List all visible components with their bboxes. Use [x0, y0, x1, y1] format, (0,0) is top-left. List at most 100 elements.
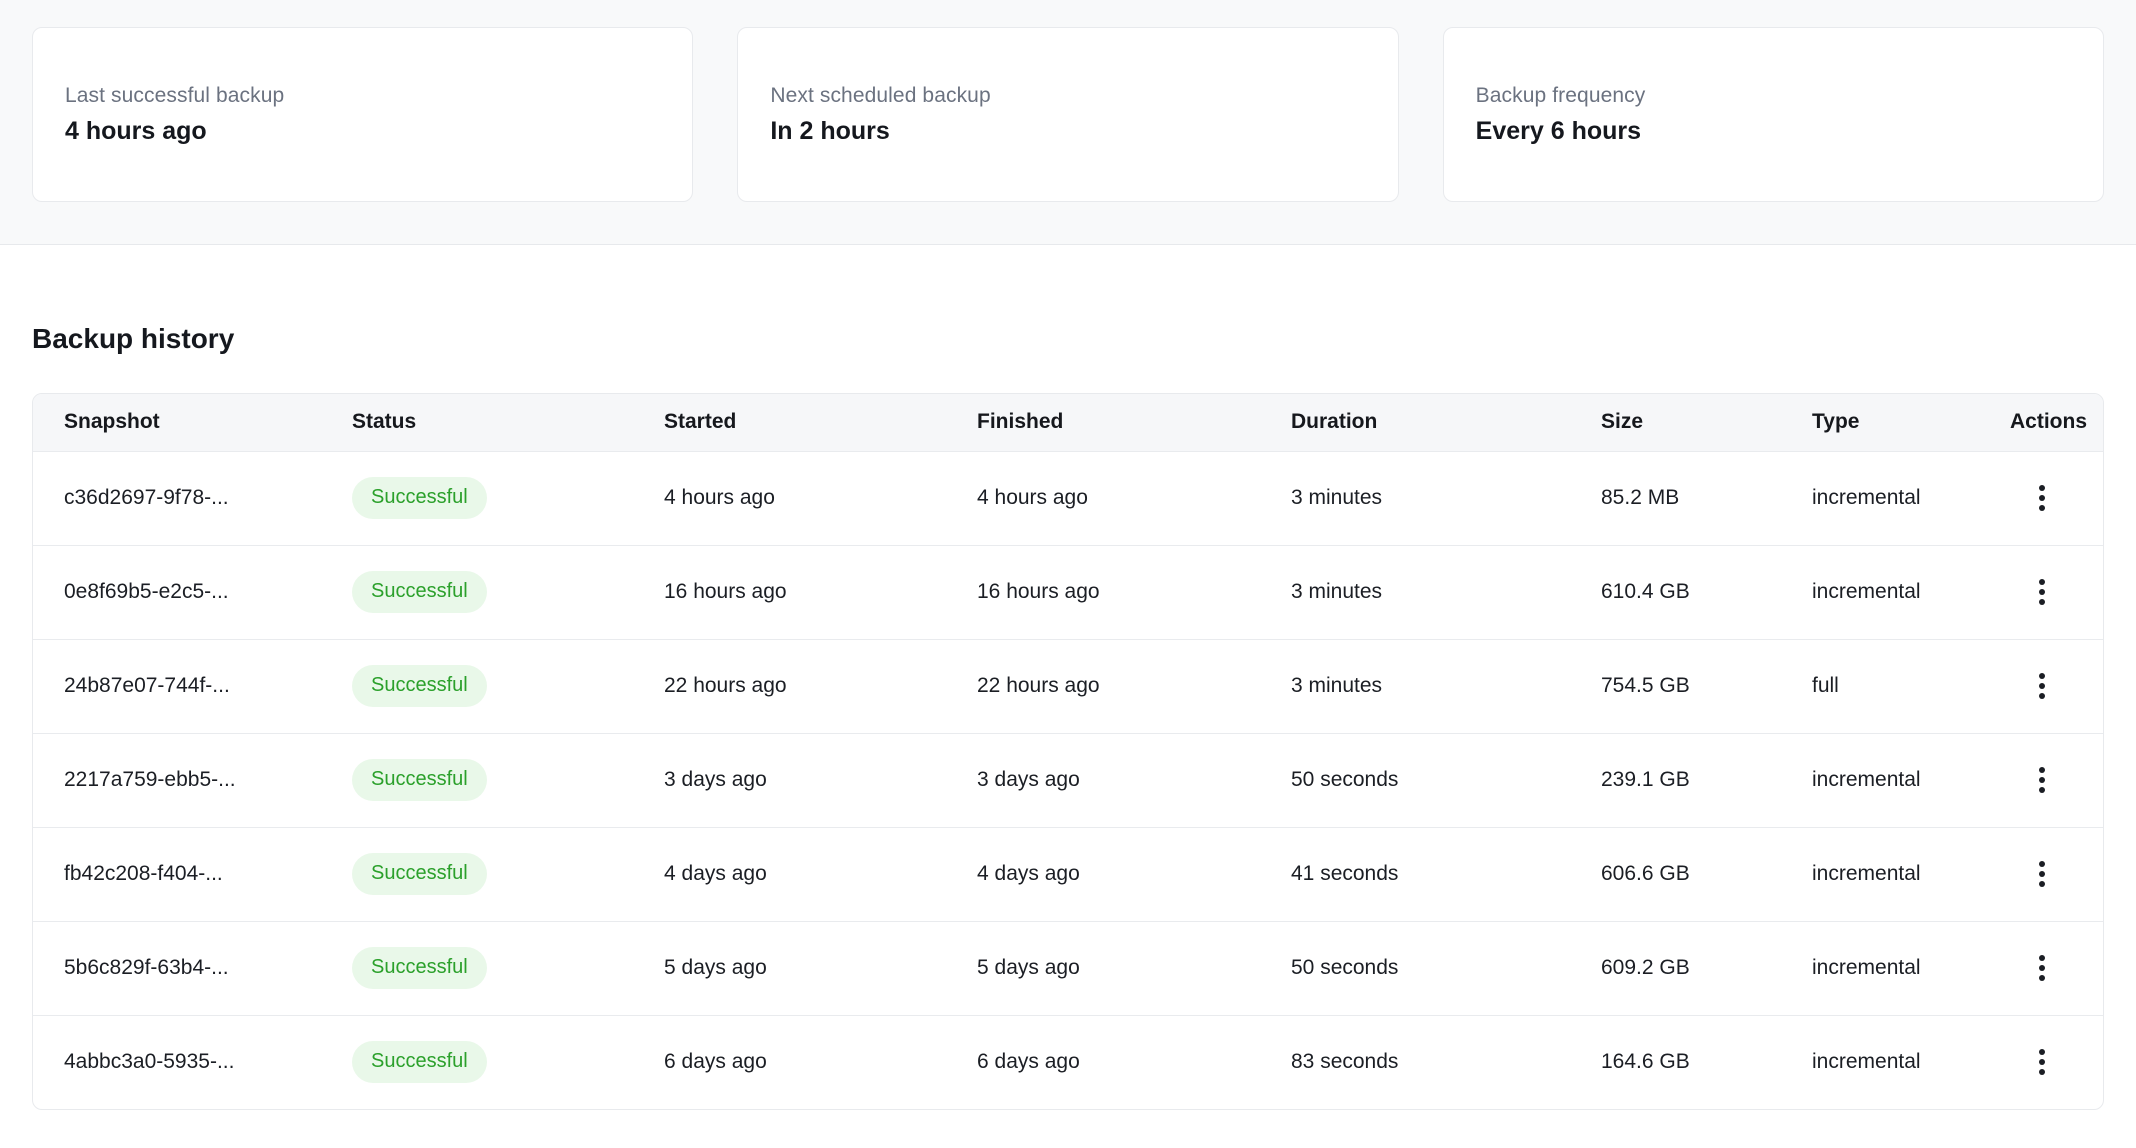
cell-size: 754.5 GB: [1601, 639, 1812, 733]
cell-status: Successful: [352, 827, 664, 921]
cell-finished: 5 days ago: [977, 921, 1291, 1015]
stat-value: 4 hours ago: [65, 117, 692, 146]
column-header-started: Started: [664, 394, 977, 451]
cell-type: incremental: [1812, 921, 2010, 1015]
stat-label: Backup frequency: [1476, 84, 2103, 108]
cell-snapshot-id: c36d2697-9f78-...: [33, 451, 352, 545]
kebab-icon: [2039, 1049, 2045, 1055]
stat-label: Last successful backup: [65, 84, 692, 108]
kebab-icon: [2039, 485, 2045, 491]
cell-snapshot-id: 4abbc3a0-5935-...: [33, 1015, 352, 1109]
cell-duration: 50 seconds: [1291, 921, 1601, 1015]
cell-size: 164.6 GB: [1601, 1015, 1812, 1109]
cell-status: Successful: [352, 921, 664, 1015]
column-header-type: Type: [1812, 394, 2010, 451]
row-actions-button[interactable]: [2024, 950, 2060, 986]
status-badge: Successful: [352, 665, 487, 707]
cell-finished: 6 days ago: [977, 1015, 1291, 1109]
cell-size: 239.1 GB: [1601, 733, 1812, 827]
cell-type: incremental: [1812, 827, 2010, 921]
column-header-finished: Finished: [977, 394, 1291, 451]
kebab-icon: [2039, 767, 2045, 773]
cell-status: Successful: [352, 639, 664, 733]
cell-duration: 3 minutes: [1291, 639, 1601, 733]
table-row: 24b87e07-744f-... Successful 22 hours ag…: [33, 639, 2103, 733]
column-header-snapshot: Snapshot: [33, 394, 352, 451]
kebab-icon: [2039, 955, 2045, 961]
cell-finished: 4 days ago: [977, 827, 1291, 921]
cell-finished: 22 hours ago: [977, 639, 1291, 733]
cell-actions: [2010, 1015, 2103, 1109]
cell-actions: [2010, 827, 2103, 921]
cell-finished: 3 days ago: [977, 733, 1291, 827]
table-row: 4abbc3a0-5935-... Successful 6 days ago …: [33, 1015, 2103, 1109]
stat-card-next-scheduled-backup: Next scheduled backup In 2 hours: [737, 27, 1398, 202]
cell-status: Successful: [352, 1015, 664, 1109]
row-actions-button[interactable]: [2024, 856, 2060, 892]
cell-duration: 3 minutes: [1291, 545, 1601, 639]
cell-finished: 16 hours ago: [977, 545, 1291, 639]
cell-actions: [2010, 733, 2103, 827]
cell-type: incremental: [1812, 451, 2010, 545]
cell-started: 22 hours ago: [664, 639, 977, 733]
cell-duration: 41 seconds: [1291, 827, 1601, 921]
cell-started: 5 days ago: [664, 921, 977, 1015]
cell-size: 85.2 MB: [1601, 451, 1812, 545]
stat-label: Next scheduled backup: [770, 84, 1397, 108]
table-header-row: Snapshot Status Started Finished Duratio…: [33, 394, 2103, 451]
status-badge: Successful: [352, 477, 487, 519]
table-row: c36d2697-9f78-... Successful 4 hours ago…: [33, 451, 2103, 545]
cell-actions: [2010, 639, 2103, 733]
cell-status: Successful: [352, 451, 664, 545]
cell-actions: [2010, 921, 2103, 1015]
status-badge: Successful: [352, 947, 487, 989]
cell-size: 609.2 GB: [1601, 921, 1812, 1015]
cell-snapshot-id: 2217a759-ebb5-...: [33, 733, 352, 827]
table-row: 5b6c829f-63b4-... Successful 5 days ago …: [33, 921, 2103, 1015]
cell-duration: 83 seconds: [1291, 1015, 1601, 1109]
status-badge: Successful: [352, 571, 487, 613]
kebab-icon: [2039, 673, 2045, 679]
cell-type: incremental: [1812, 545, 2010, 639]
cell-size: 606.6 GB: [1601, 827, 1812, 921]
cell-snapshot-id: 24b87e07-744f-...: [33, 639, 352, 733]
stat-card-backup-frequency: Backup frequency Every 6 hours: [1443, 27, 2104, 202]
backup-history-table: Snapshot Status Started Finished Duratio…: [32, 393, 2104, 1110]
kebab-icon: [2039, 579, 2045, 585]
cell-type: full: [1812, 639, 2010, 733]
cell-snapshot-id: 5b6c829f-63b4-...: [33, 921, 352, 1015]
row-actions-button[interactable]: [2024, 762, 2060, 798]
column-header-status: Status: [352, 394, 664, 451]
cell-size: 610.4 GB: [1601, 545, 1812, 639]
column-header-duration: Duration: [1291, 394, 1601, 451]
stats-row: Last successful backup 4 hours ago Next …: [32, 27, 2104, 202]
cell-duration: 50 seconds: [1291, 733, 1601, 827]
stats-band: Last successful backup 4 hours ago Next …: [0, 0, 2136, 245]
cell-actions: [2010, 545, 2103, 639]
status-badge: Successful: [352, 759, 487, 801]
cell-started: 3 days ago: [664, 733, 977, 827]
cell-type: incremental: [1812, 733, 2010, 827]
table-row: fb42c208-f404-... Successful 4 days ago …: [33, 827, 2103, 921]
row-actions-button[interactable]: [2024, 480, 2060, 516]
row-actions-button[interactable]: [2024, 574, 2060, 610]
cell-started: 6 days ago: [664, 1015, 977, 1109]
stat-card-last-successful-backup: Last successful backup 4 hours ago: [32, 27, 693, 202]
kebab-icon: [2039, 861, 2045, 867]
cell-type: incremental: [1812, 1015, 2010, 1109]
stat-value: In 2 hours: [770, 117, 1397, 146]
table-row: 0e8f69b5-e2c5-... Successful 16 hours ag…: [33, 545, 2103, 639]
column-header-size: Size: [1601, 394, 1812, 451]
row-actions-button[interactable]: [2024, 1044, 2060, 1080]
cell-started: 16 hours ago: [664, 545, 977, 639]
cell-started: 4 days ago: [664, 827, 977, 921]
cell-actions: [2010, 451, 2103, 545]
cell-snapshot-id: fb42c208-f404-...: [33, 827, 352, 921]
column-header-actions: Actions: [2010, 394, 2103, 451]
row-actions-button[interactable]: [2024, 668, 2060, 704]
cell-started: 4 hours ago: [664, 451, 977, 545]
cell-duration: 3 minutes: [1291, 451, 1601, 545]
table-body: c36d2697-9f78-... Successful 4 hours ago…: [33, 451, 2103, 1109]
page-title: Backup history: [32, 323, 2104, 355]
cell-snapshot-id: 0e8f69b5-e2c5-...: [33, 545, 352, 639]
